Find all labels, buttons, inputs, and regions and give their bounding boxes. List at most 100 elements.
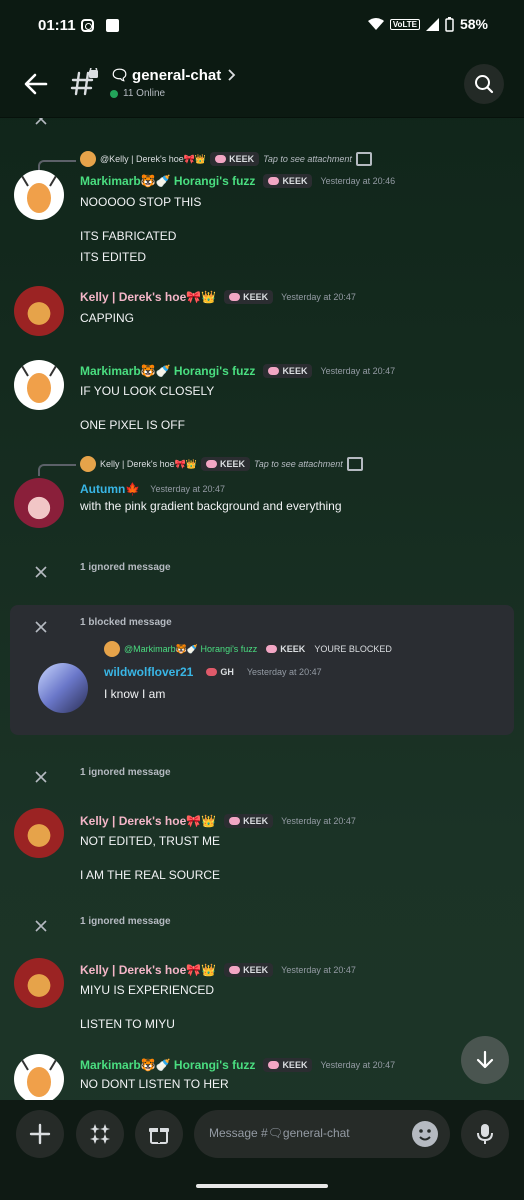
- username[interactable]: Kelly | Derek's hoe🎀👑: [80, 963, 216, 977]
- avatar[interactable]: [14, 1054, 64, 1100]
- server-tag: KEEK: [224, 814, 274, 828]
- heart-icon: [268, 367, 280, 375]
- heart-icon: [229, 966, 241, 974]
- online-status: 11 Online: [110, 88, 165, 99]
- online-dot-icon: [110, 89, 118, 98]
- timestamp: Yesterday at 20:47: [281, 292, 356, 302]
- tag-label: KEEK: [243, 816, 269, 826]
- reply-author: @Kelly | Derek's hoe🎀👑: [100, 153, 207, 164]
- volte-badge: VoLTE: [389, 18, 420, 30]
- apps-button[interactable]: [76, 1110, 124, 1158]
- sparkle-icon: [90, 1124, 110, 1144]
- message-line: CAPPING: [80, 311, 135, 325]
- message-composer: Message #🗨general-chat: [0, 1100, 524, 1200]
- message-list[interactable]: @Kelly | Derek's hoe🎀👑 KEEK Tap to see a…: [0, 118, 524, 1100]
- blocked-message-label[interactable]: 1 blocked message: [80, 617, 172, 628]
- message-header: Kelly | Derek's hoe🎀👑 KEEK Yesterday at …: [80, 814, 356, 828]
- gift-button[interactable]: [135, 1110, 183, 1158]
- microphone-icon: [477, 1124, 493, 1144]
- image-icon: [355, 152, 372, 166]
- message-header: Markimarb🐯🍼 Horangi's fuzz KEEK Yesterda…: [80, 1058, 395, 1072]
- clock: 01:11: [38, 17, 76, 34]
- tag-label: KEEK: [243, 965, 269, 975]
- reply-author: @Markimarb🐯🍼 Horangi's fuzz: [124, 643, 258, 654]
- avatar: [80, 456, 96, 472]
- message-line: IF YOU LOOK CLOSELY: [80, 384, 215, 398]
- gesture-home-bar[interactable]: [196, 1184, 328, 1188]
- emoji-icon[interactable]: [412, 1121, 438, 1147]
- reply-text: Tap to see attachment: [254, 459, 343, 469]
- reply-text: YOURE BLOCKED: [314, 644, 392, 654]
- voice-message-button[interactable]: [461, 1110, 509, 1158]
- heart-icon: [215, 155, 227, 163]
- username[interactable]: Kelly | Derek's hoe🎀👑: [80, 814, 216, 828]
- username[interactable]: Autumn🍁: [80, 482, 140, 496]
- close-icon[interactable]: [34, 770, 48, 784]
- timestamp: Yesterday at 20:47: [281, 816, 356, 826]
- heart-icon: [229, 817, 241, 825]
- back-arrow-icon[interactable]: [22, 70, 50, 98]
- signal-icon: [425, 17, 439, 31]
- skull-icon: [206, 668, 218, 676]
- ignored-message-label[interactable]: 1 ignored message: [80, 562, 171, 573]
- chevron-right-icon: [228, 69, 236, 81]
- server-tag: KEEK: [263, 364, 313, 378]
- avatar[interactable]: [14, 478, 64, 528]
- image-icon: [346, 457, 363, 471]
- tag-label: KEEK: [229, 154, 255, 164]
- avatar[interactable]: [14, 170, 64, 220]
- avatar[interactable]: [38, 663, 88, 713]
- timestamp: Yesterday at 20:47: [281, 965, 356, 975]
- tag-label: KEEK: [280, 644, 306, 654]
- message-input[interactable]: Message #🗨general-chat: [194, 1110, 450, 1158]
- ignored-message-label[interactable]: 1 ignored message: [80, 767, 171, 778]
- username[interactable]: Markimarb🐯🍼 Horangi's fuzz: [80, 1058, 255, 1072]
- server-tag: KEEK: [224, 963, 274, 977]
- avatar: [80, 151, 96, 167]
- server-tag: KEEK: [261, 642, 311, 656]
- add-attachment-button[interactable]: [16, 1110, 64, 1158]
- close-icon[interactable]: [34, 919, 48, 933]
- message-line: LISTEN TO MIYU: [80, 1017, 175, 1031]
- avatar[interactable]: [14, 360, 64, 410]
- close-icon[interactable]: [34, 565, 48, 579]
- username[interactable]: Markimarb🐯🍼 Horangi's fuzz: [80, 364, 255, 378]
- tag-label: KEEK: [243, 292, 269, 302]
- speech-bubble-icon: 🗨: [110, 67, 130, 84]
- heart-icon: [268, 177, 280, 185]
- close-icon[interactable]: [34, 118, 48, 126]
- egg-face-icon: [21, 175, 57, 213]
- tag-label: KEEK: [282, 366, 308, 376]
- message-placeholder: Message #🗨general-chat: [209, 1126, 350, 1140]
- tag-label: GH: [220, 667, 234, 677]
- notification-icon: [106, 19, 119, 32]
- close-icon[interactable]: [34, 620, 48, 634]
- reply-author: Kelly | Derek's hoe🎀👑: [100, 458, 198, 469]
- blocked-message-card[interactable]: 1 blocked message @Markimarb🐯🍼 Horangi's…: [10, 605, 514, 735]
- ignored-message-label[interactable]: 1 ignored message: [80, 916, 171, 927]
- username[interactable]: Kelly | Derek's hoe🎀👑: [80, 290, 216, 304]
- battery-level: 58%: [459, 16, 488, 32]
- username[interactable]: wildwolflover21: [104, 665, 193, 679]
- avatar[interactable]: [14, 958, 64, 1008]
- avatar[interactable]: [14, 808, 64, 858]
- message-line: with the pink gradient background and ev…: [80, 499, 342, 513]
- reply-preview[interactable]: @Kelly | Derek's hoe🎀👑 KEEK Tap to see a…: [80, 151, 372, 167]
- search-button[interactable]: [464, 64, 504, 104]
- jump-to-present-button[interactable]: [461, 1036, 509, 1084]
- server-tag: KEEK: [201, 457, 251, 471]
- reply-connector: [38, 464, 76, 476]
- reply-preview[interactable]: @Markimarb🐯🍼 Horangi's fuzz KEEK YOURE B…: [104, 641, 392, 657]
- message-header: Autumn🍁 Yesterday at 20:47: [80, 482, 225, 496]
- server-tag: GH: [201, 665, 239, 679]
- avatar: [104, 641, 120, 657]
- message-line: ITS EDITED: [80, 250, 147, 264]
- username[interactable]: Markimarb🐯🍼 Horangi's fuzz: [80, 174, 255, 188]
- heart-icon: [266, 645, 278, 653]
- reply-preview[interactable]: Kelly | Derek's hoe🎀👑 KEEK Tap to see at…: [80, 456, 363, 472]
- avatar[interactable]: [14, 286, 64, 336]
- channel-title[interactable]: 🗨 general-chat: [110, 66, 238, 84]
- plus-icon: [29, 1123, 51, 1145]
- gift-icon: [149, 1128, 169, 1144]
- locked-channel-icon: [70, 68, 98, 96]
